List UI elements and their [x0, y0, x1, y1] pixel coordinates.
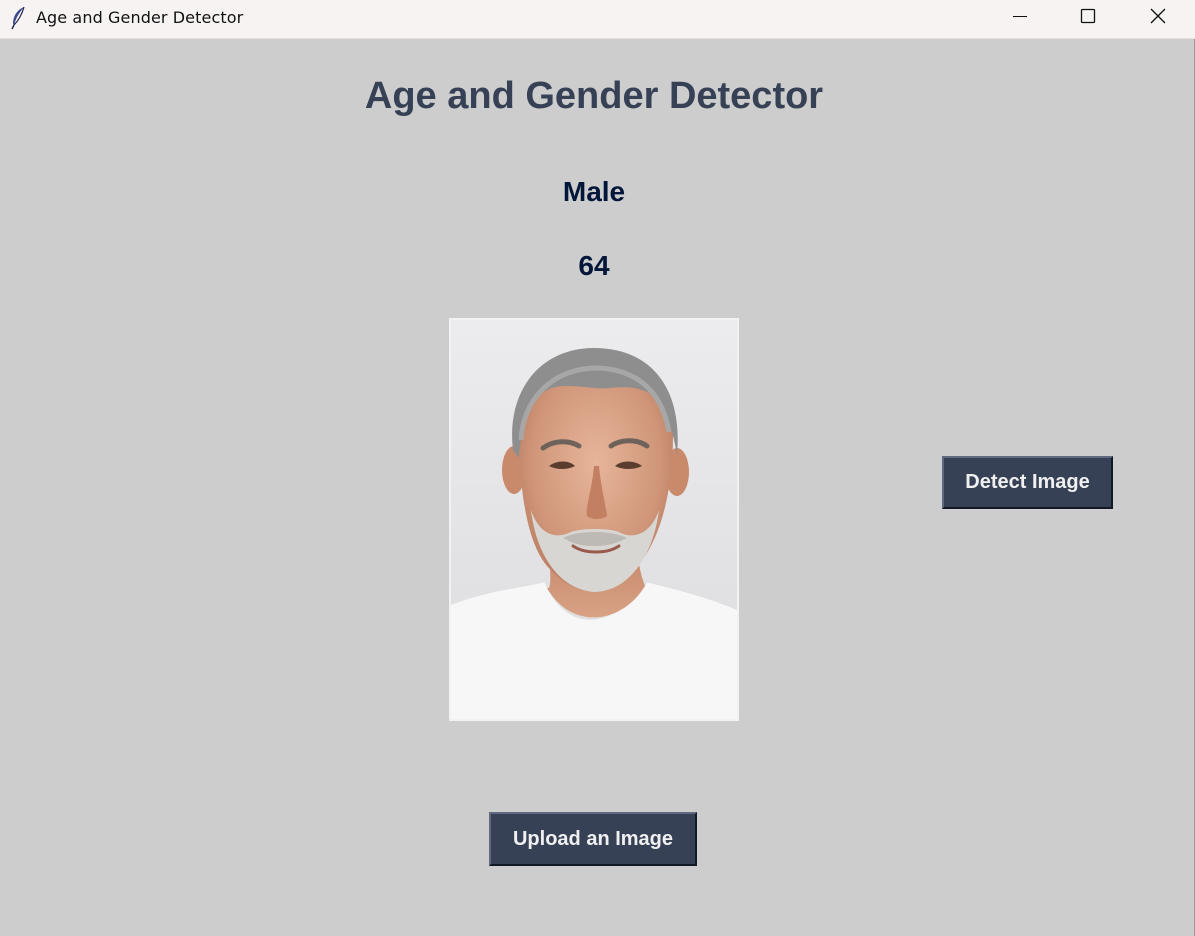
page-heading: Age and Gender Detector [364, 75, 824, 117]
close-icon [1150, 8, 1166, 29]
uploaded-image [449, 318, 739, 721]
age-result: 64 [578, 250, 610, 281]
minimize-button[interactable] [986, 0, 1054, 36]
feather-icon [9, 6, 29, 30]
title-bar[interactable]: Age and Gender Detector [0, 0, 1195, 39]
maximize-icon [1080, 8, 1096, 29]
gender-result: Male [562, 176, 626, 207]
window-title: Age and Gender Detector [36, 8, 244, 27]
detect-image-button[interactable]: Detect Image [942, 456, 1113, 509]
app-window: Age and Gender Detector Age and Gender D… [0, 0, 1195, 936]
close-button[interactable] [1124, 0, 1192, 36]
portrait-photo [451, 320, 737, 719]
minimize-icon [1012, 8, 1028, 29]
maximize-button[interactable] [1054, 0, 1122, 36]
upload-image-button[interactable]: Upload an Image [489, 812, 697, 866]
